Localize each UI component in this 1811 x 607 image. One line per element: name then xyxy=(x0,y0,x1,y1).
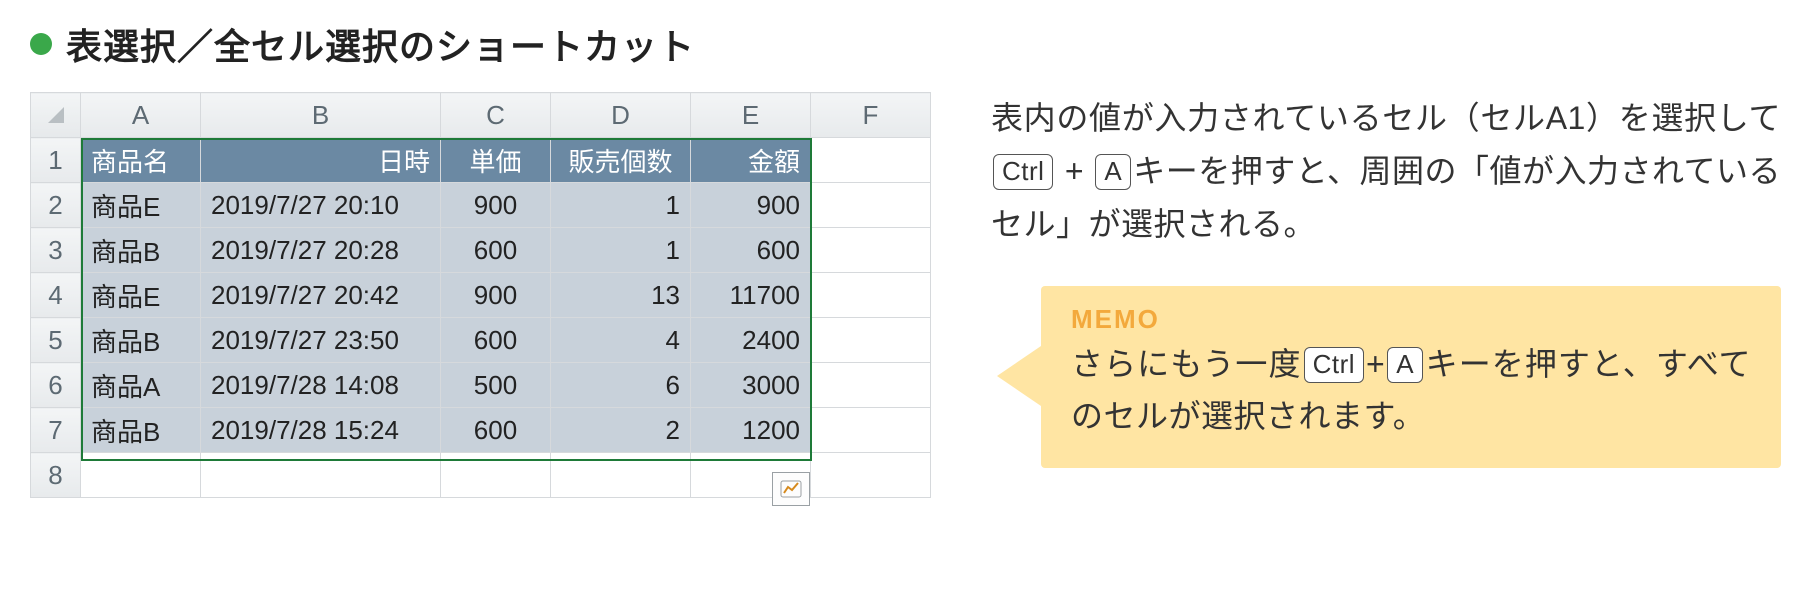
cell-D2[interactable]: 1 xyxy=(551,183,691,228)
col-header-B[interactable]: B xyxy=(201,93,441,138)
cell-F4[interactable] xyxy=(811,273,931,318)
cell-D1[interactable]: 販売個数 xyxy=(551,138,691,183)
select-all-corner[interactable] xyxy=(31,93,81,138)
cell-B5[interactable]: 2019/7/27 23:50 xyxy=(201,318,441,363)
cell-D3[interactable]: 1 xyxy=(551,228,691,273)
cell-D7[interactable]: 2 xyxy=(551,408,691,453)
explanation-paragraph: 表内の値が入力されているセル（セルA1）を選択してCtrl + Aキーを押すと、… xyxy=(991,92,1781,250)
para-plus: + xyxy=(1055,153,1093,189)
cell-C8[interactable] xyxy=(441,453,551,498)
memo-key-a: A xyxy=(1387,347,1423,383)
cell-B4[interactable]: 2019/7/27 20:42 xyxy=(201,273,441,318)
cell-A6[interactable]: 商品A xyxy=(81,363,201,408)
col-header-E[interactable]: E xyxy=(691,93,811,138)
cell-E1[interactable]: 金額 xyxy=(691,138,811,183)
row-header-6[interactable]: 6 xyxy=(31,363,81,408)
cell-A8[interactable] xyxy=(81,453,201,498)
cell-F8[interactable] xyxy=(811,453,931,498)
cell-B1[interactable]: 日時 xyxy=(201,138,441,183)
memo-text: さらにもう一度Ctrl+Aキーを押すと、すべてのセルが選択されます。 xyxy=(1071,339,1751,441)
cell-C3[interactable]: 600 xyxy=(441,228,551,273)
cell-F1[interactable] xyxy=(811,138,931,183)
col-header-D[interactable]: D xyxy=(551,93,691,138)
cell-E6[interactable]: 3000 xyxy=(691,363,811,408)
cell-B8[interactable] xyxy=(201,453,441,498)
col-header-A[interactable]: A xyxy=(81,93,201,138)
cell-E4[interactable]: 11700 xyxy=(691,273,811,318)
spreadsheet: A B C D E F 1 商品名 日時 単価 販売個数 金額 2 商品E 20… xyxy=(30,92,931,498)
cell-A3[interactable]: 商品B xyxy=(81,228,201,273)
row-header-1[interactable]: 1 xyxy=(31,138,81,183)
cell-A5[interactable]: 商品B xyxy=(81,318,201,363)
cell-D8[interactable] xyxy=(551,453,691,498)
cell-C5[interactable]: 600 xyxy=(441,318,551,363)
section-heading: 表選択／全セル選択のショートカット xyxy=(30,18,1781,70)
row-header-7[interactable]: 7 xyxy=(31,408,81,453)
memo-key-ctrl: Ctrl xyxy=(1304,347,1364,383)
row-header-8[interactable]: 8 xyxy=(31,453,81,498)
bullet-icon xyxy=(30,33,52,55)
cell-C2[interactable]: 900 xyxy=(441,183,551,228)
cell-B6[interactable]: 2019/7/28 14:08 xyxy=(201,363,441,408)
key-a: A xyxy=(1095,154,1131,190)
spreadsheet-grid[interactable]: A B C D E F 1 商品名 日時 単価 販売個数 金額 2 商品E 20… xyxy=(30,92,931,498)
cell-C1[interactable]: 単価 xyxy=(441,138,551,183)
cell-E5[interactable]: 2400 xyxy=(691,318,811,363)
cell-F2[interactable] xyxy=(811,183,931,228)
quick-analysis-icon[interactable] xyxy=(772,472,810,506)
cell-F3[interactable] xyxy=(811,228,931,273)
cell-A4[interactable]: 商品E xyxy=(81,273,201,318)
row-header-5[interactable]: 5 xyxy=(31,318,81,363)
cell-E2[interactable]: 900 xyxy=(691,183,811,228)
row-header-2[interactable]: 2 xyxy=(31,183,81,228)
memo-plus: + xyxy=(1366,346,1385,382)
cell-F5[interactable] xyxy=(811,318,931,363)
cell-E3[interactable]: 600 xyxy=(691,228,811,273)
cell-F6[interactable] xyxy=(811,363,931,408)
memo-text-1: さらにもう一度 xyxy=(1071,346,1302,382)
cell-C7[interactable]: 600 xyxy=(441,408,551,453)
key-ctrl: Ctrl xyxy=(993,154,1053,190)
memo-callout: MEMO さらにもう一度Ctrl+Aキーを押すと、すべてのセルが選択されます。 xyxy=(1041,286,1781,467)
cell-A7[interactable]: 商品B xyxy=(81,408,201,453)
cell-A2[interactable]: 商品E xyxy=(81,183,201,228)
cell-D6[interactable]: 6 xyxy=(551,363,691,408)
row-header-3[interactable]: 3 xyxy=(31,228,81,273)
memo-title: MEMO xyxy=(1071,304,1751,335)
cell-F7[interactable] xyxy=(811,408,931,453)
cell-C6[interactable]: 500 xyxy=(441,363,551,408)
cell-D5[interactable]: 4 xyxy=(551,318,691,363)
cell-B3[interactable]: 2019/7/27 20:28 xyxy=(201,228,441,273)
cell-B7[interactable]: 2019/7/28 15:24 xyxy=(201,408,441,453)
para-text-1: 表内の値が入力されているセル（セルA1）を選択して xyxy=(991,100,1781,136)
cell-E7[interactable]: 1200 xyxy=(691,408,811,453)
col-header-C[interactable]: C xyxy=(441,93,551,138)
cell-A1[interactable]: 商品名 xyxy=(81,138,201,183)
row-header-4[interactable]: 4 xyxy=(31,273,81,318)
heading-text: 表選択／全セル選択のショートカット xyxy=(66,18,695,70)
cell-B2[interactable]: 2019/7/27 20:10 xyxy=(201,183,441,228)
cell-D4[interactable]: 13 xyxy=(551,273,691,318)
col-header-F[interactable]: F xyxy=(811,93,931,138)
cell-C4[interactable]: 900 xyxy=(441,273,551,318)
